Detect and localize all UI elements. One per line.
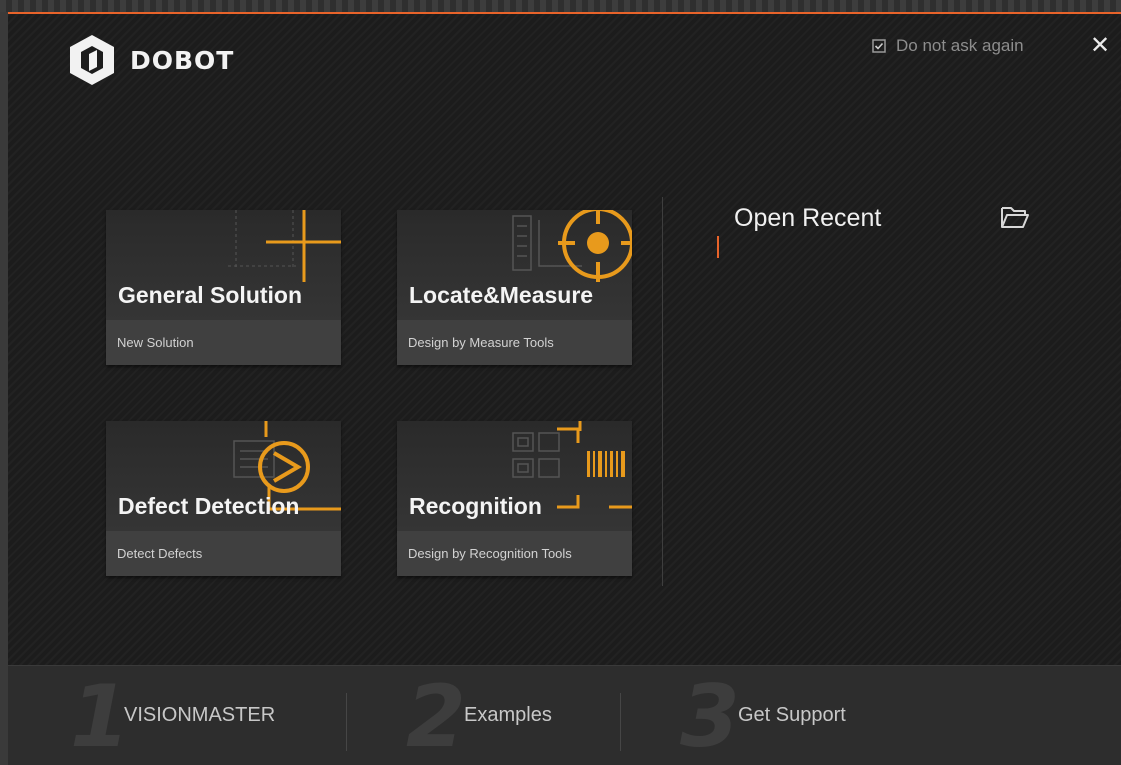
folder-open-icon[interactable] <box>1000 204 1030 230</box>
checkbox-checked-icon[interactable] <box>872 39 886 53</box>
brand-logo: DOBOT <box>68 34 234 86</box>
dont-ask-again-label: Do not ask again <box>896 36 1024 55</box>
footer-step-get-support[interactable]: 3 Get Support <box>680 666 940 765</box>
dobot-logo-icon <box>70 35 114 85</box>
card-title: General Solution <box>118 282 303 308</box>
footer-step-examples[interactable]: 2 Examples <box>406 666 626 765</box>
step-number: 1 <box>70 667 130 765</box>
card-locate-measure[interactable]: Locate&Measure Design by Measure Tools <box>397 210 632 365</box>
recent-list-cursor <box>717 236 719 258</box>
background-window-strip <box>0 0 1121 12</box>
card-general-solution[interactable]: General Solution New Solution <box>106 210 341 365</box>
card-title: Recognition <box>409 493 542 519</box>
step-label: Get Support <box>738 704 846 726</box>
step-number: 2 <box>406 667 466 765</box>
dont-ask-again-checkbox[interactable]: Do not ask again <box>872 36 1024 56</box>
open-recent-title: Open Recent <box>734 204 882 232</box>
brand-name: DOBOT <box>130 45 235 75</box>
card-recognition[interactable]: Recognition Design by Recognition Tools <box>397 421 632 576</box>
card-subtitle: New Solution <box>106 320 341 365</box>
card-title: Defect Detection <box>118 493 300 519</box>
card-title: Locate&Measure <box>409 282 594 308</box>
close-button[interactable]: ✕ <box>1088 34 1112 58</box>
card-defect-detection[interactable]: Defect Detection Detect Defects <box>106 421 341 576</box>
footer-bar: 1 VISIONMASTER 2 Examples 3 Get Support <box>8 665 1121 765</box>
step-label: VISIONMASTER <box>124 704 276 726</box>
footer-step-visionmaster[interactable]: 1 VISIONMASTER <box>70 666 350 765</box>
card-subtitle: Design by Measure Tools <box>397 320 632 365</box>
step-number: 3 <box>680 667 740 765</box>
startup-dialog: DOBOT Do not ask again ✕ General Solutio… <box>8 12 1121 765</box>
step-label: Examples <box>464 704 552 726</box>
card-subtitle: Design by Recognition Tools <box>397 531 632 576</box>
footer-divider <box>346 693 347 751</box>
footer-divider <box>620 693 621 751</box>
panel-divider <box>662 197 663 586</box>
card-subtitle: Detect Defects <box>106 531 341 576</box>
